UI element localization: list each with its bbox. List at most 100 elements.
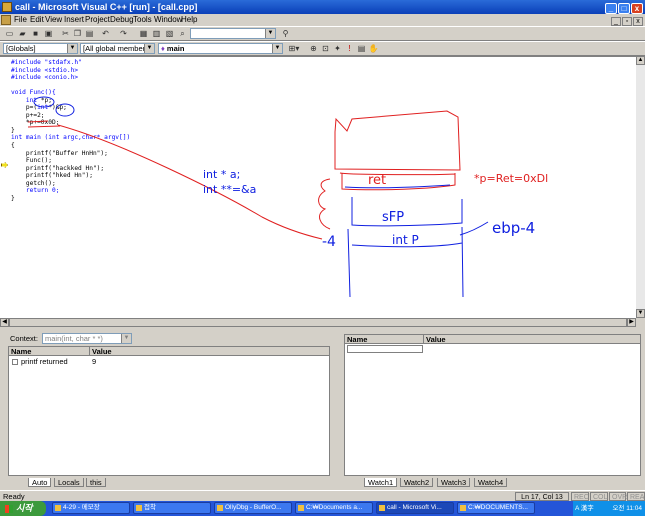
task-folder[interactable]: 접착	[133, 502, 211, 514]
chevron-down-icon[interactable]: ▼	[144, 44, 154, 53]
window-list-icon[interactable]: ▧	[164, 29, 175, 39]
variables-tabs: Auto Locals this	[8, 478, 330, 488]
find-combo[interactable]: ▼	[190, 28, 276, 39]
editor-gutter[interactable]	[0, 57, 8, 319]
tab-watch1[interactable]: Watch1	[364, 478, 398, 487]
title-bar: call - Microsoft Visual C++ [run] - [cal…	[0, 0, 645, 14]
table-row[interactable]: printf returned 9	[9, 357, 329, 366]
menu-debug[interactable]: Debug	[110, 14, 134, 26]
annotation-ebp: ebp-4	[492, 219, 535, 237]
editor-vertical-scrollbar[interactable]: ▲ ▼	[636, 56, 645, 318]
code-editor[interactable]: #include "stdafx.h" #include <stdio.h> #in…	[0, 56, 636, 319]
code-line: int main (int argc,char* argv[])	[11, 134, 131, 142]
undo-icon[interactable]: ↶	[100, 29, 111, 39]
task-ollydbg[interactable]: OllyDbg - BufferO...	[214, 502, 292, 514]
code-line: void Func(){	[11, 89, 56, 97]
find-in-files-icon[interactable]: ⌕	[177, 29, 188, 39]
paste-icon[interactable]: ▤	[84, 29, 95, 39]
code-line: printf("hked Hn");	[11, 172, 93, 180]
scroll-left-icon[interactable]: ◀	[0, 318, 9, 327]
document-icon[interactable]	[1, 15, 11, 25]
code-text: #include "stdafx.h" #include <stdio.h> #in…	[11, 59, 130, 202]
cut-icon[interactable]: ✂	[60, 29, 71, 39]
task-label: C:₩DOCUMENTS...	[468, 504, 528, 511]
scroll-right-icon[interactable]: ▶	[627, 318, 636, 327]
tab-this[interactable]: this	[86, 478, 106, 487]
code-line: int *p;	[25, 96, 52, 104]
column-value[interactable]: Value	[426, 335, 446, 344]
task-notepad[interactable]: 4-29 - 메모장	[52, 502, 130, 514]
code-line: #include <stdio.h>	[11, 66, 79, 74]
ollydbg-icon	[217, 505, 223, 511]
breakpoint-hand-icon[interactable]: ✋	[368, 44, 379, 54]
mdi-restore-button[interactable]: ▫	[622, 17, 632, 26]
find-icon[interactable]: ⚲	[280, 29, 291, 39]
variables-grid[interactable]: Name Value printf returned 9	[8, 346, 330, 476]
column-name[interactable]: Name	[347, 335, 367, 344]
app-icon[interactable]	[2, 2, 12, 12]
open-folder-icon[interactable]: ▰	[17, 29, 28, 39]
class-combo[interactable]: [Globals] ▼	[3, 43, 78, 54]
variable-value[interactable]: 9	[92, 357, 96, 366]
chevron-down-icon[interactable]: ▼	[265, 29, 275, 38]
members-combo[interactable]: [All global members ▼	[80, 43, 155, 54]
menu-edit[interactable]: Edit	[30, 14, 44, 26]
stop-build-icon[interactable]: ✦	[332, 44, 343, 54]
menu-view[interactable]: View	[45, 14, 62, 26]
wizard-action-icon[interactable]: ⊞▾	[287, 44, 301, 54]
chevron-down-icon[interactable]: ▼	[67, 44, 77, 53]
mdi-close-button[interactable]: x	[633, 17, 643, 26]
scroll-down-icon[interactable]: ▼	[636, 309, 645, 318]
watch-grid[interactable]: Name Value	[344, 334, 641, 476]
ime-indicator[interactable]: A 漢字	[575, 501, 594, 516]
mdi-minimize-button[interactable]: _	[611, 17, 621, 26]
copy-icon[interactable]: ❐	[72, 29, 83, 39]
annotation-minus4: -4	[322, 234, 336, 250]
task-label: call - Microsoft Vi...	[387, 504, 442, 511]
column-value[interactable]: Value	[92, 347, 112, 356]
tab-watch3[interactable]: Watch3	[437, 478, 471, 487]
chevron-down-icon[interactable]: ▼	[272, 44, 282, 53]
start-button[interactable]: 시작	[0, 501, 46, 516]
column-name[interactable]: Name	[11, 347, 31, 356]
close-button[interactable]: x	[631, 3, 643, 14]
task-visual-cpp[interactable]: call - Microsoft Vi...	[376, 502, 454, 514]
scroll-up-icon[interactable]: ▲	[636, 56, 645, 65]
editor-horizontal-scrollbar[interactable]: ◀ ▶	[0, 318, 636, 327]
context-combo[interactable]: main(int, char * *) ▼	[42, 333, 132, 344]
save-all-icon[interactable]: ▣	[43, 29, 54, 39]
redo-icon[interactable]: ↷	[118, 29, 129, 39]
chevron-down-icon[interactable]: ▼	[121, 334, 131, 343]
function-combo[interactable]: ♦ main ▼	[158, 43, 283, 54]
scroll-thumb[interactable]	[9, 318, 627, 327]
task-label: OllyDbg - BufferO...	[225, 504, 282, 511]
minimize-button[interactable]: _	[605, 3, 617, 14]
tab-watch4[interactable]: Watch4	[474, 478, 508, 487]
compile-icon[interactable]: ⊕	[308, 44, 319, 54]
annotation-note2: int **=&a	[203, 183, 256, 196]
menu-window[interactable]: Window	[154, 14, 182, 26]
menu-file[interactable]: File	[14, 14, 27, 26]
tab-watch2[interactable]: Watch2	[400, 478, 434, 487]
maximize-button[interactable]: □	[618, 3, 630, 14]
build-icon[interactable]: ⊡	[320, 44, 331, 54]
tab-locals[interactable]: Locals	[54, 478, 84, 487]
clock[interactable]: 오전 11:04	[612, 501, 642, 516]
execute-icon[interactable]: !	[344, 44, 355, 54]
menu-insert[interactable]: Insert	[64, 14, 84, 26]
new-file-icon[interactable]: ▭	[4, 29, 15, 39]
save-icon[interactable]: ■	[30, 29, 41, 39]
menu-project[interactable]: Project	[85, 14, 110, 26]
code-line: p=(int*)&p;	[11, 104, 67, 112]
watch-new-entry[interactable]	[347, 345, 423, 353]
visual-cpp-icon	[379, 505, 385, 511]
menu-tools[interactable]: Tools	[133, 14, 152, 26]
output-icon[interactable]: ▥	[151, 29, 162, 39]
task-console[interactable]: C:₩DOCUMENTS...	[457, 502, 535, 514]
workspace-icon[interactable]: ▦	[138, 29, 149, 39]
task-documents[interactable]: C:₩Documents a...	[295, 502, 373, 514]
go-icon[interactable]: ▤	[356, 44, 367, 54]
indicator-rec: REC	[571, 492, 589, 501]
menu-help[interactable]: Help	[181, 14, 197, 26]
tab-auto[interactable]: Auto	[28, 478, 52, 487]
